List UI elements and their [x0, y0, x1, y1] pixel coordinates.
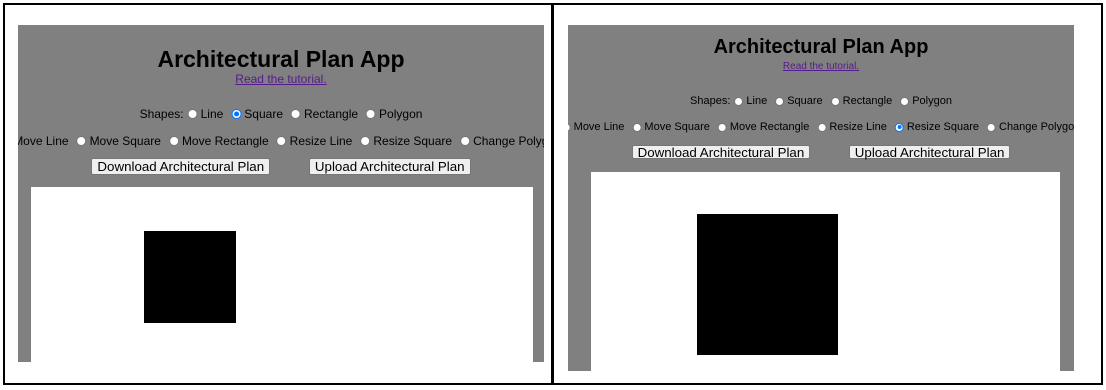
- actions-radio-group: Move Line Move Square Move Rectangle Res…: [568, 121, 1074, 133]
- action-option-change-polygon[interactable]: Change Polygon: [460, 134, 544, 148]
- radio-move-rectangle[interactable]: [168, 136, 179, 146]
- radio-rectangle[interactable]: [291, 109, 302, 119]
- radio-polygon[interactable]: [900, 96, 910, 106]
- download-plan-button[interactable]: Download Architectural Plan: [91, 158, 271, 175]
- radio-move-square[interactable]: [76, 136, 87, 146]
- radio-square[interactable]: [231, 109, 242, 119]
- radio-polygon[interactable]: [366, 109, 377, 119]
- screenshot-left: Architectural Plan App Read the tutorial…: [3, 3, 553, 385]
- page-title: Architectural Plan App: [157, 46, 405, 72]
- upload-plan-button[interactable]: Upload Architectural Plan: [848, 145, 1011, 159]
- app-panel: Architectural Plan App Read the tutorial…: [568, 25, 1074, 371]
- shapes-label: Shapes:: [690, 95, 731, 107]
- radio-line[interactable]: [734, 96, 744, 106]
- shape-option-line[interactable]: Line: [734, 95, 767, 107]
- actions-radio-group: Move Line Move Square Move Rectangle Res…: [18, 134, 544, 148]
- drawing-canvas[interactable]: [31, 187, 533, 362]
- action-option-resize-square[interactable]: Resize Square: [894, 121, 979, 133]
- radio-move-rectangle[interactable]: [717, 122, 727, 132]
- shape-option-square[interactable]: Square: [775, 95, 823, 107]
- file-buttons: Download Architectural Plan Upload Archi…: [568, 145, 1074, 159]
- action-option-resize-square[interactable]: Resize Square: [360, 134, 452, 148]
- radio-resize-line[interactable]: [276, 136, 287, 146]
- shapes-label: Shapes:: [139, 107, 184, 121]
- action-option-change-polygon[interactable]: Change Polygon: [987, 121, 1074, 133]
- drawing-canvas[interactable]: [591, 172, 1060, 371]
- radio-move-line[interactable]: [568, 122, 571, 132]
- page-title: Architectural Plan App: [713, 36, 929, 58]
- radio-rectangle[interactable]: [830, 96, 840, 106]
- action-option-move-rectangle[interactable]: Move Rectangle: [717, 121, 809, 133]
- upload-plan-button[interactable]: Upload Architectural Plan: [308, 158, 471, 175]
- radio-resize-square[interactable]: [894, 122, 904, 132]
- radio-resize-line[interactable]: [817, 122, 827, 132]
- shape-option-rectangle[interactable]: Rectangle: [830, 95, 892, 107]
- square-shape[interactable]: [697, 214, 838, 355]
- action-option-move-square[interactable]: Move Square: [632, 121, 710, 133]
- tutorial-link[interactable]: Read the tutorial.: [568, 61, 1074, 72]
- app-panel: Architectural Plan App Read the tutorial…: [18, 25, 544, 362]
- radio-resize-square[interactable]: [360, 136, 371, 146]
- action-option-move-line[interactable]: Move Line: [18, 134, 69, 148]
- shape-option-polygon[interactable]: Polygon: [900, 95, 952, 107]
- shape-option-line[interactable]: Line: [187, 107, 223, 121]
- square-shape[interactable]: [144, 231, 236, 323]
- tutorial-link[interactable]: Read the tutorial.: [18, 72, 544, 86]
- radio-move-square[interactable]: [632, 122, 642, 132]
- screenshot-right: Architectural Plan App Read the tutorial…: [552, 3, 1103, 385]
- shape-option-polygon[interactable]: Polygon: [366, 107, 422, 121]
- action-option-resize-line[interactable]: Resize Line: [276, 134, 352, 148]
- radio-change-polygon[interactable]: [460, 136, 471, 146]
- action-option-resize-line[interactable]: Resize Line: [817, 121, 887, 133]
- shapes-radio-group: Shapes: Line Square Rectangle Polygon: [690, 95, 952, 107]
- radio-change-polygon[interactable]: [987, 122, 996, 132]
- shape-option-square[interactable]: Square: [231, 107, 283, 121]
- download-plan-button[interactable]: Download Architectural Plan: [631, 145, 811, 159]
- shape-option-rectangle[interactable]: Rectangle: [291, 107, 358, 121]
- radio-square[interactable]: [775, 96, 785, 106]
- shapes-radio-group: Shapes: Line Square Rectangle Polygon: [140, 107, 423, 121]
- action-option-move-rectangle[interactable]: Move Rectangle: [168, 134, 269, 148]
- action-option-move-square[interactable]: Move Square: [76, 134, 161, 148]
- radio-line[interactable]: [187, 109, 198, 119]
- file-buttons: Download Architectural Plan Upload Archi…: [18, 158, 544, 175]
- action-option-move-line[interactable]: Move Line: [568, 121, 624, 133]
